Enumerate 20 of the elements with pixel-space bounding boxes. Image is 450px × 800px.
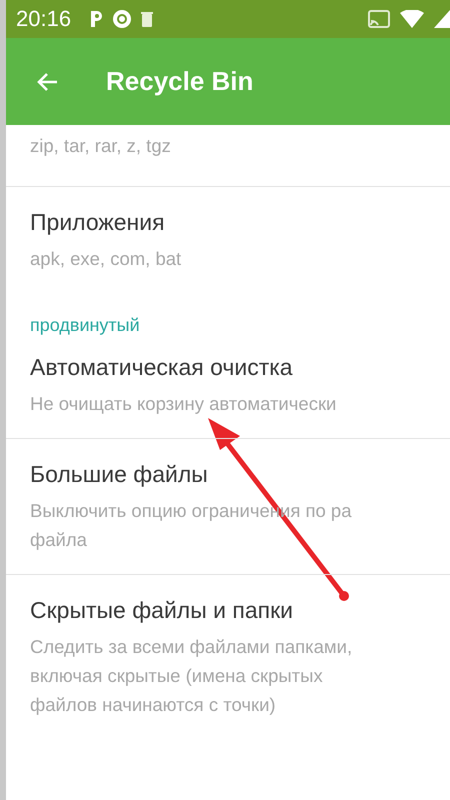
signal-icon: [434, 10, 450, 28]
screen-title: Recycle Bin: [106, 66, 254, 97]
item-summary: zip, tar, rar, z, tgz: [30, 134, 172, 158]
trash-icon: [141, 11, 154, 27]
cast-icon: [368, 10, 390, 28]
wifi-icon: [400, 10, 424, 28]
status-time: 20:16: [16, 6, 72, 32]
item-title: Приложения: [30, 209, 166, 236]
item-summary: apk, exe, com, bat: [30, 247, 182, 271]
item-title: Скрытые файлы и папки: [30, 597, 294, 624]
back-arrow-icon: [36, 72, 58, 92]
section-header: продвинутый: [29, 314, 141, 337]
item-summary: Следить за всеми файлами папками, включая скрытые (имена скрытых файлов начинаются с точки): [30, 635, 354, 717]
item-title: Автоматическая очистка: [30, 354, 294, 381]
settings-item[interactable]: Автоматическая очистка Не очищать корзину автоматически: [6, 340, 450, 438]
settings-item[interactable]: Приложения apk, exe, com, bat: [6, 186, 450, 293]
sync-icon: [113, 10, 132, 28]
item-title: Большие файлы: [30, 461, 209, 488]
item-summary: Не очищать корзину автоматически: [30, 392, 338, 416]
parking-icon: [89, 10, 104, 28]
